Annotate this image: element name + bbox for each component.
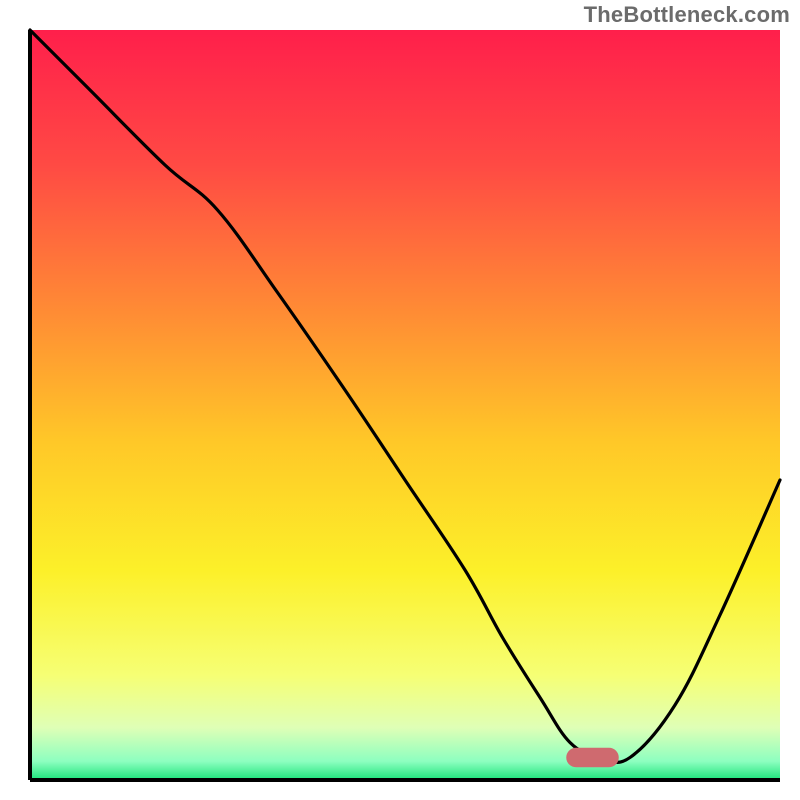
bottleneck-chart — [0, 0, 800, 800]
optimal-marker — [566, 748, 619, 768]
